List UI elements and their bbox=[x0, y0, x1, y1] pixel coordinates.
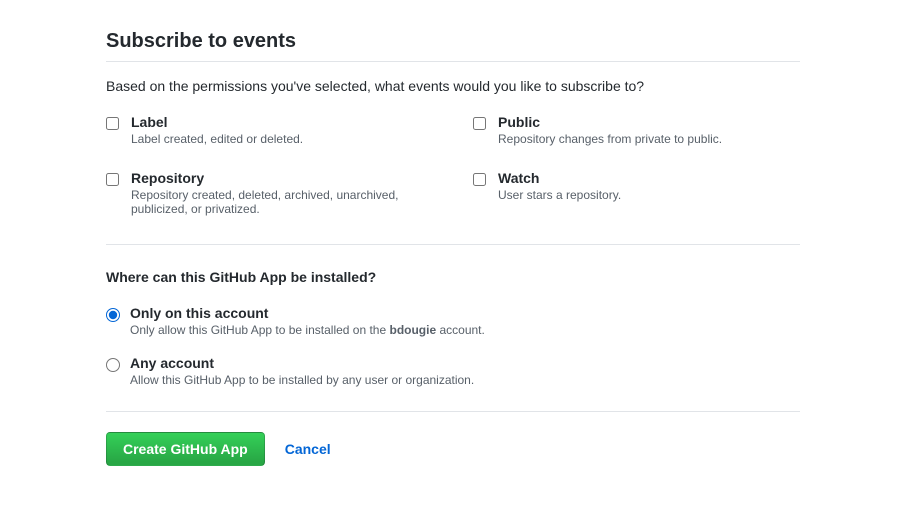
event-checkbox-label[interactable] bbox=[106, 117, 119, 130]
events-grid: Label Label created, edited or deleted. … bbox=[106, 114, 800, 245]
event-item-label: Label Label created, edited or deleted. bbox=[106, 114, 433, 146]
section-title: Subscribe to events bbox=[106, 30, 800, 62]
event-title: Label bbox=[131, 114, 433, 130]
radio-any-account[interactable] bbox=[106, 358, 120, 372]
event-item-watch: Watch User stars a repository. bbox=[473, 170, 800, 216]
event-checkbox-watch[interactable] bbox=[473, 173, 486, 186]
event-item-repository: Repository Repository created, deleted, … bbox=[106, 170, 433, 216]
radio-desc: Allow this GitHub App to be installed by… bbox=[130, 373, 800, 387]
event-title: Repository bbox=[131, 170, 433, 186]
install-question: Where can this GitHub App be installed? bbox=[106, 269, 800, 285]
radio-title: Only on this account bbox=[130, 305, 800, 321]
radio-item-any-account: Any account Allow this GitHub App to be … bbox=[106, 355, 800, 387]
cancel-link[interactable]: Cancel bbox=[285, 441, 331, 457]
event-checkbox-repository[interactable] bbox=[106, 173, 119, 186]
actions-bar: Create GitHub App Cancel bbox=[106, 432, 800, 466]
radio-only-this-account[interactable] bbox=[106, 308, 120, 322]
event-title: Public bbox=[498, 114, 800, 130]
event-desc: User stars a repository. bbox=[498, 188, 800, 202]
event-title: Watch bbox=[498, 170, 800, 186]
radio-title: Any account bbox=[130, 355, 800, 371]
section-description: Based on the permissions you've selected… bbox=[106, 78, 800, 94]
event-item-public: Public Repository changes from private t… bbox=[473, 114, 800, 146]
create-github-app-button[interactable]: Create GitHub App bbox=[106, 432, 265, 466]
install-section: Where can this GitHub App be installed? … bbox=[106, 269, 800, 412]
radio-item-only-this-account: Only on this account Only allow this Git… bbox=[106, 305, 800, 337]
event-desc: Repository changes from private to publi… bbox=[498, 132, 800, 146]
event-checkbox-public[interactable] bbox=[473, 117, 486, 130]
event-desc: Repository created, deleted, archived, u… bbox=[131, 188, 433, 216]
radio-desc: Only allow this GitHub App to be install… bbox=[130, 323, 800, 337]
event-desc: Label created, edited or deleted. bbox=[131, 132, 433, 146]
